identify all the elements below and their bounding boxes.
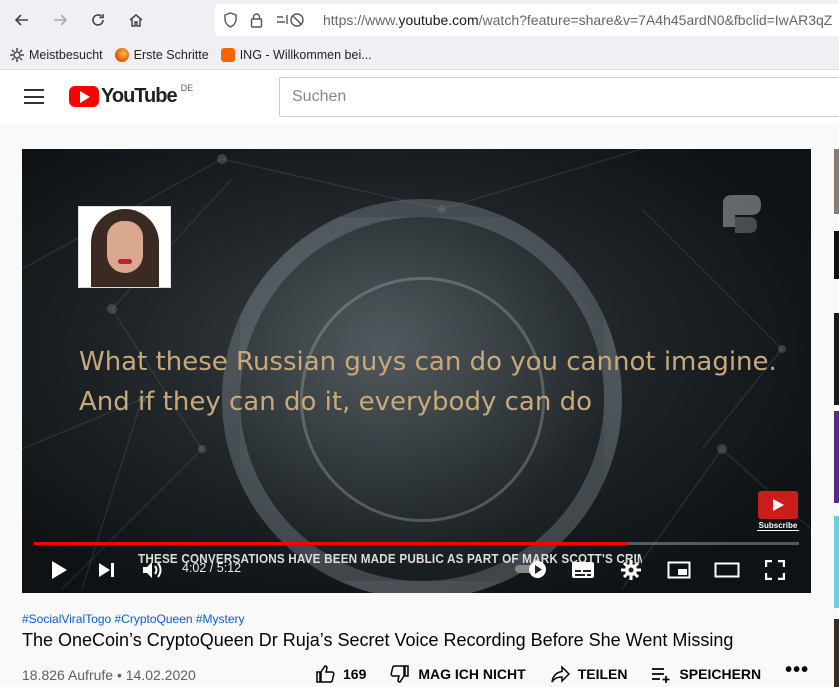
- subtitles-button[interactable]: [570, 557, 596, 583]
- browser-toolbar: https://www.youtube.com/watch?feature=sh…: [0, 0, 839, 40]
- next-button[interactable]: [94, 557, 120, 583]
- bookmark-label: Erste Schritte: [133, 47, 209, 62]
- share-button[interactable]: TEILEN: [550, 664, 628, 684]
- youtube-header: YouTube DE Suchen: [0, 70, 839, 124]
- dislike-label: MAG ICH NICHT: [418, 666, 526, 682]
- like-button[interactable]: 169: [315, 664, 366, 684]
- bookmark-label: Meistbesucht: [29, 47, 103, 62]
- url-text: https://www.youtube.com/watch?feature=sh…: [323, 12, 833, 28]
- playlist-add-icon: [652, 668, 670, 683]
- subtitles-icon: [572, 562, 594, 578]
- fullscreen-icon: [765, 560, 785, 580]
- channel-logo-icon: [723, 195, 761, 233]
- bookmark-ing[interactable]: ING - Willkommen bei...: [220, 47, 372, 62]
- miniplayer-icon: [667, 561, 691, 579]
- back-button[interactable]: [4, 2, 40, 38]
- shield-icon: [224, 12, 237, 28]
- volume-button[interactable]: [140, 557, 166, 583]
- gear-icon: [10, 47, 24, 62]
- ing-icon: [220, 47, 235, 62]
- youtube-play-icon: [758, 491, 798, 519]
- miniplayer-button[interactable]: [666, 557, 692, 583]
- share-label: TEILEN: [577, 666, 628, 682]
- save-button[interactable]: SPEICHERN: [651, 664, 761, 684]
- subscribe-watermark[interactable]: Subscribe: [757, 491, 799, 533]
- bookmark-meistbesucht[interactable]: Meistbesucht: [10, 47, 103, 62]
- recommendation-thumbnail[interactable]: [834, 149, 839, 214]
- like-count: 169: [343, 666, 367, 682]
- recommendation-thumbnail[interactable]: [834, 619, 839, 687]
- home-button[interactable]: [118, 2, 154, 38]
- recommendation-thumbnail[interactable]: [834, 411, 839, 503]
- autoplay-toggle[interactable]: [515, 561, 551, 578]
- video-title: The OneCoin’s CryptoQueen Dr Ruja’s Secr…: [22, 630, 734, 650]
- address-bar[interactable]: https://www.youtube.com/watch?feature=sh…: [215, 4, 839, 36]
- firefox-icon: [114, 47, 129, 62]
- search-placeholder: Suchen: [292, 88, 347, 105]
- theater-mode-icon: [714, 562, 740, 578]
- lock-icon: [250, 13, 263, 28]
- logo-text: YouTube: [101, 85, 178, 107]
- play-button[interactable]: [46, 557, 72, 583]
- fullscreen-button[interactable]: [762, 557, 788, 583]
- video-player[interactable]: What these Russian guys can do you canno…: [22, 149, 811, 593]
- arrow-right-icon: [54, 14, 68, 26]
- save-label: SPEICHERN: [679, 666, 762, 682]
- forward-button[interactable]: [42, 2, 78, 38]
- permissions-icon: [277, 13, 304, 27]
- menu-icon[interactable]: [24, 89, 44, 104]
- subtitle-line-1: What these Russian guys can do you canno…: [79, 347, 777, 377]
- settings-button[interactable]: [618, 557, 644, 583]
- gear-icon: [621, 560, 641, 580]
- bookmark-label: ING - Willkommen bei...: [239, 47, 372, 62]
- reload-icon: [92, 14, 104, 26]
- thumbs-down-icon: [390, 665, 410, 683]
- home-icon: [129, 14, 143, 27]
- progress-bar[interactable]: [34, 542, 799, 545]
- reload-button[interactable]: [80, 2, 116, 38]
- recommendations-sidebar: [834, 149, 839, 687]
- dislike-button[interactable]: MAG ICH NICHT: [390, 664, 526, 684]
- search-input[interactable]: Suchen: [279, 77, 839, 117]
- thumbs-up-icon: [316, 665, 335, 683]
- country-code: DE: [180, 82, 194, 93]
- recommendation-thumbnail[interactable]: [834, 516, 839, 608]
- recommendation-thumbnail[interactable]: [834, 231, 839, 279]
- arrow-left-icon: [14, 14, 28, 26]
- video-meta: 18.826 Aufrufe • 14.02.2020: [22, 667, 196, 683]
- skip-next-icon: [99, 563, 114, 577]
- subtitle-line-2: And if they can do it, everybody can do: [79, 387, 592, 417]
- more-actions-button[interactable]: •••: [785, 659, 809, 682]
- autoplay-play-icon: [529, 561, 546, 578]
- youtube-play-icon: [69, 86, 99, 107]
- progress-fill: [34, 542, 628, 545]
- recommendation-thumbnail[interactable]: [834, 313, 839, 405]
- volume-icon: [143, 562, 162, 578]
- play-icon: [52, 561, 67, 579]
- youtube-logo[interactable]: YouTube DE: [69, 82, 194, 108]
- bookmarks-bar: Meistbesucht Erste Schritte ING - Willko…: [0, 40, 839, 70]
- player-controls: 4:02 / 5:12: [22, 549, 811, 589]
- time-display: 4:02 / 5:12: [182, 561, 242, 575]
- speaker-portrait: [78, 206, 171, 288]
- bookmark-erste-schritte[interactable]: Erste Schritte: [114, 47, 209, 62]
- video-actions: 169 MAG ICH NICHT TEILEN SPEICHERN •••: [315, 659, 809, 684]
- share-icon: [550, 665, 570, 683]
- theater-mode-button[interactable]: [714, 557, 740, 583]
- subscribe-label: Subscribe: [757, 521, 799, 531]
- video-hashtags[interactable]: #SocialViralTogo #CryptoQueen #Mystery: [22, 612, 245, 626]
